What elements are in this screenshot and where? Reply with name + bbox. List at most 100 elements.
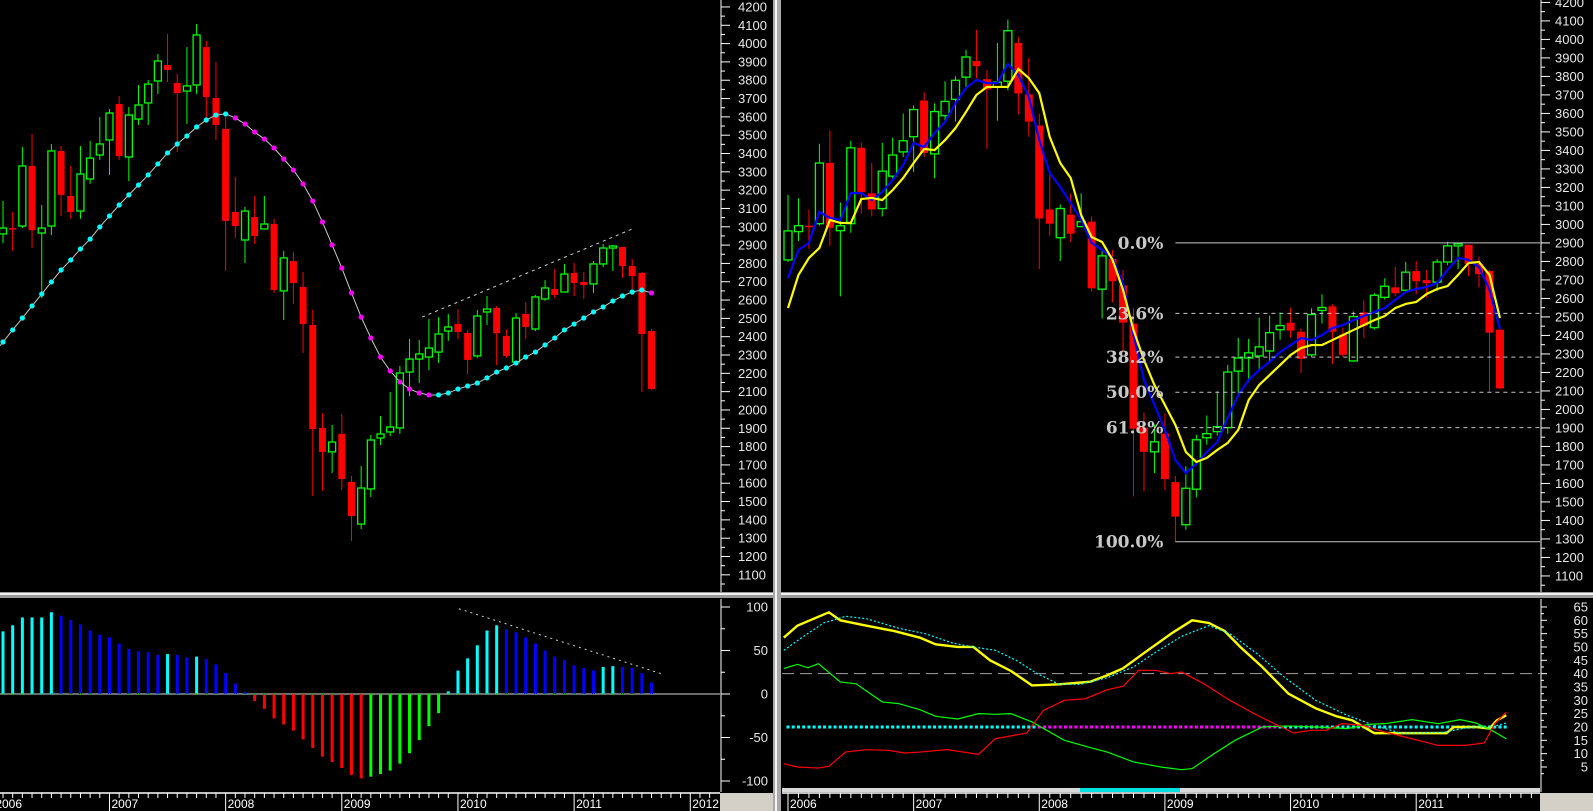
histogram-bar[interactable] bbox=[233, 683, 237, 694]
histogram-bar[interactable] bbox=[262, 694, 266, 709]
histogram-bar[interactable] bbox=[195, 656, 199, 694]
histogram-bar[interactable] bbox=[117, 643, 121, 694]
histogram-bar[interactable] bbox=[166, 653, 170, 694]
scrollbar-thumb[interactable] bbox=[1080, 788, 1180, 792]
down-candle[interactable] bbox=[648, 328, 656, 390]
up-candle[interactable] bbox=[395, 366, 405, 434]
up-candle[interactable] bbox=[47, 143, 56, 236]
signal-dot bbox=[1419, 725, 1423, 729]
up-candle[interactable] bbox=[531, 294, 540, 332]
down-candle[interactable] bbox=[1087, 216, 1096, 292]
histogram-bar[interactable] bbox=[224, 673, 228, 694]
histogram-bar[interactable] bbox=[398, 694, 402, 764]
histogram-bar[interactable] bbox=[533, 643, 537, 694]
histogram-bar[interactable] bbox=[88, 630, 92, 694]
histogram-bar[interactable] bbox=[408, 694, 412, 754]
histogram-bar[interactable] bbox=[514, 632, 518, 694]
histogram-bar[interactable] bbox=[562, 660, 566, 694]
right-price-tick-label: 1700 bbox=[1555, 457, 1584, 472]
histogram-bar[interactable] bbox=[340, 694, 344, 768]
histogram-bar[interactable] bbox=[495, 625, 499, 694]
histogram-bar[interactable] bbox=[214, 664, 218, 694]
histogram-bar[interactable] bbox=[427, 694, 431, 727]
histogram-bar[interactable] bbox=[137, 651, 141, 694]
histogram-bar[interactable] bbox=[379, 694, 383, 775]
histogram-bar[interactable] bbox=[40, 617, 44, 694]
candle-body bbox=[386, 426, 395, 433]
histogram-bar[interactable] bbox=[291, 694, 295, 731]
histogram-bar[interactable] bbox=[107, 637, 111, 694]
histogram-bar[interactable] bbox=[49, 612, 53, 694]
histogram-bar[interactable] bbox=[59, 615, 63, 694]
histogram-bar[interactable] bbox=[78, 624, 82, 694]
down-candle[interactable] bbox=[115, 95, 123, 160]
up-candle[interactable] bbox=[1003, 19, 1013, 91]
signal-dot bbox=[880, 725, 884, 729]
right-year-label: 2008 bbox=[1041, 797, 1068, 811]
histogram-bar[interactable] bbox=[11, 625, 15, 694]
histogram-bar[interactable] bbox=[650, 682, 654, 694]
histogram-bar[interactable] bbox=[146, 652, 150, 694]
histogram-bar[interactable] bbox=[349, 694, 353, 775]
up-candle[interactable] bbox=[366, 435, 375, 497]
histogram-bar[interactable] bbox=[553, 656, 557, 694]
zero-line-marker bbox=[496, 693, 498, 695]
histogram-bar[interactable] bbox=[475, 645, 479, 694]
left-axis-corner bbox=[720, 793, 773, 811]
histogram-bar[interactable] bbox=[369, 694, 373, 777]
moving-average-dot bbox=[445, 390, 451, 396]
histogram-bar[interactable] bbox=[204, 659, 208, 694]
candle-body bbox=[589, 263, 598, 285]
histogram-bar[interactable] bbox=[524, 637, 528, 694]
up-candle[interactable] bbox=[192, 23, 201, 94]
histogram-bar[interactable] bbox=[311, 694, 315, 748]
moving-average-dot bbox=[0, 339, 6, 345]
up-candle[interactable] bbox=[1306, 308, 1317, 357]
histogram-bar[interactable] bbox=[359, 694, 363, 779]
down-candle[interactable] bbox=[1495, 327, 1504, 390]
histogram-bar[interactable] bbox=[30, 617, 34, 694]
histogram-bar[interactable] bbox=[621, 667, 625, 694]
histogram-bar[interactable] bbox=[301, 694, 305, 740]
histogram-bar[interactable] bbox=[630, 667, 634, 694]
histogram-bar[interactable] bbox=[417, 694, 421, 741]
histogram-bar[interactable] bbox=[591, 670, 595, 694]
histogram-bar[interactable] bbox=[504, 629, 508, 694]
histogram-bar[interactable] bbox=[1, 631, 5, 694]
signal-dot bbox=[1032, 725, 1036, 729]
histogram-bar[interactable] bbox=[320, 694, 324, 757]
histogram-bar[interactable] bbox=[572, 665, 576, 694]
histogram-bar[interactable] bbox=[175, 654, 179, 694]
histogram-bar[interactable] bbox=[98, 634, 102, 694]
histogram-bar[interactable] bbox=[543, 650, 547, 695]
histogram-bar[interactable] bbox=[640, 673, 644, 694]
histogram-bar[interactable] bbox=[20, 617, 24, 694]
histogram-bar[interactable] bbox=[282, 694, 286, 725]
histogram-bar[interactable] bbox=[582, 667, 586, 694]
histogram-bar[interactable] bbox=[485, 630, 489, 694]
down-candle[interactable] bbox=[270, 218, 278, 293]
histogram-bar[interactable] bbox=[330, 694, 334, 762]
signal-dot bbox=[807, 725, 811, 729]
histogram-bar[interactable] bbox=[127, 648, 131, 694]
up-candle[interactable] bbox=[473, 309, 482, 358]
zero-line-marker bbox=[31, 693, 33, 695]
histogram-bar[interactable] bbox=[456, 670, 460, 694]
candle-body bbox=[898, 140, 908, 153]
histogram-bar[interactable] bbox=[253, 694, 257, 701]
histogram-bar[interactable] bbox=[611, 666, 615, 694]
up-candle[interactable] bbox=[1442, 241, 1453, 266]
histogram-bar[interactable] bbox=[388, 694, 392, 771]
up-candle[interactable] bbox=[511, 313, 521, 363]
histogram-bar[interactable] bbox=[185, 657, 189, 694]
histogram-bar[interactable] bbox=[437, 694, 441, 714]
zero-line-marker bbox=[138, 693, 140, 695]
up-candle[interactable] bbox=[599, 244, 608, 268]
histogram-bar[interactable] bbox=[601, 667, 605, 694]
histogram-bar[interactable] bbox=[466, 658, 470, 694]
candle-body bbox=[648, 331, 656, 390]
candle-body bbox=[1045, 209, 1054, 224]
histogram-bar[interactable] bbox=[69, 620, 73, 694]
histogram-bar[interactable] bbox=[272, 694, 276, 719]
histogram-bar[interactable] bbox=[156, 654, 160, 694]
